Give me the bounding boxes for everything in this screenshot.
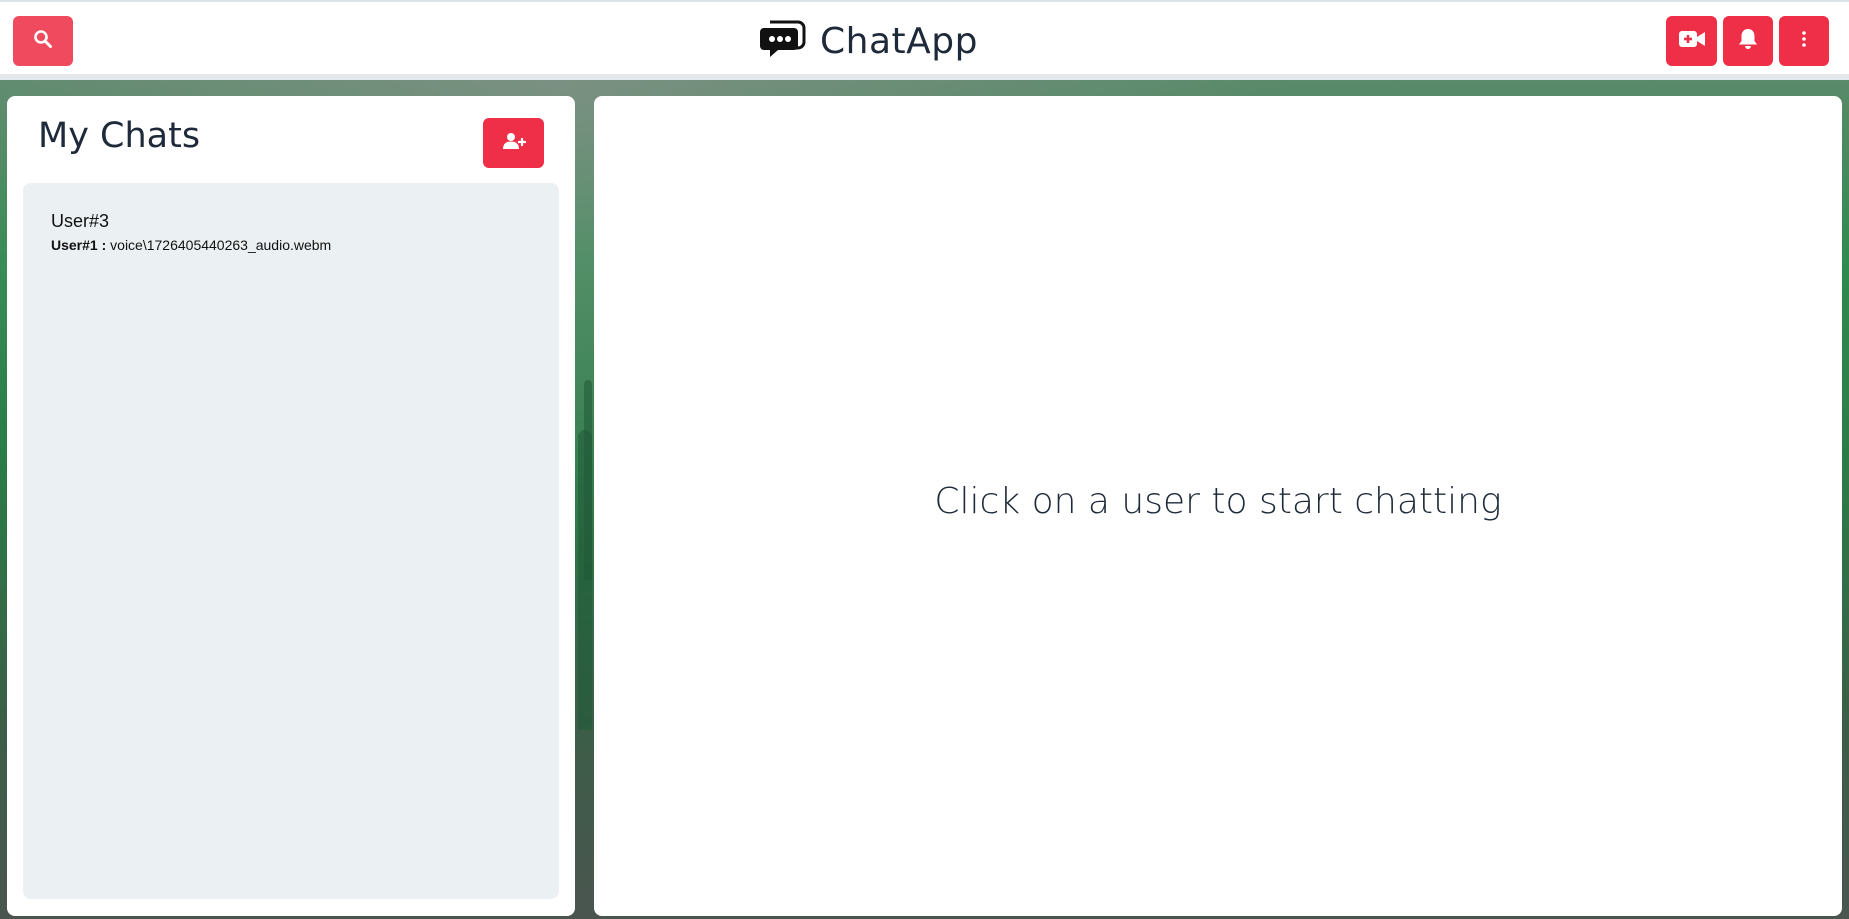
app-title: ChatApp [820,20,978,62]
chat-window: Click on a user to start chatting [594,96,1842,916]
more-options-button[interactable] [1779,16,1829,66]
last-message-text: voice\1726405440263_audio.webm [110,237,332,253]
background-tree [584,380,592,580]
add-user-icon [502,132,526,154]
chat-name: User#3 [51,211,110,231]
chat-last-message: User#1 : voice\1726405440263_audio.webm [51,237,331,253]
notifications-button[interactable] [1723,16,1773,66]
my-chats-title: My Chats [38,116,201,156]
video-call-button[interactable] [1666,16,1717,66]
my-chats-panel: My Chats User#3 User#1 : voice\172640544… [7,96,575,916]
new-group-chat-button[interactable] [483,118,544,168]
empty-chat-message: Click on a user to start chatting [934,480,1502,522]
search-button[interactable] [13,16,73,66]
vertical-ellipsis-icon [1801,30,1807,52]
chat-list-item[interactable]: User#3 User#1 : voice\1726405440263_audi… [37,201,545,261]
chat-list[interactable]: User#3 User#1 : voice\1726405440263_audi… [23,183,559,899]
search-icon [33,29,53,53]
video-plus-icon [1678,30,1705,52]
top-bar: ChatApp [0,0,1849,80]
brand: ChatApp [760,14,978,68]
chat-bubbles-icon [760,18,806,64]
bell-icon [1738,28,1758,54]
last-message-sender: User#1 : [51,237,107,253]
